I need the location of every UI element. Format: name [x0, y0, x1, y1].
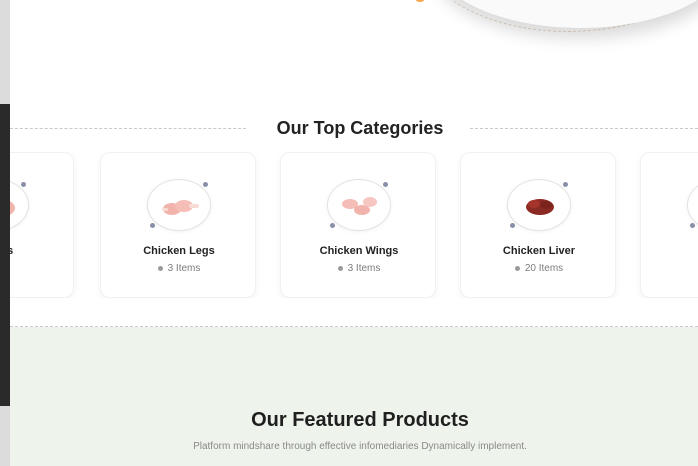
category-count: 3 Items	[101, 263, 257, 274]
top-categories-section: Our Top Categories reasts ms	[10, 104, 698, 328]
category-name: C	[641, 245, 698, 257]
category-card-chicken-breasts[interactable]: reasts ms	[10, 152, 74, 298]
category-card-chicken-liver[interactable]: Chicken Liver 20 Items	[460, 152, 616, 298]
featured-title: Our Featured Products	[251, 409, 469, 431]
category-name: Chicken Liver	[502, 245, 576, 257]
category-count: 3 Items	[281, 263, 437, 274]
section-heading-row: Our Top Categories	[10, 118, 698, 138]
category-name: Chicken Wings	[319, 245, 399, 257]
category-card-partial[interactable]: C	[640, 152, 698, 298]
category-card-chicken-legs[interactable]: Chicken Legs 3 Items	[100, 152, 256, 298]
category-name: reasts	[10, 245, 14, 257]
category-count	[641, 263, 698, 274]
featured-products-section: Our Featured Products Platform mindshare…	[10, 327, 698, 466]
hero-orange-accent	[414, 0, 426, 2]
left-edge-light-top	[0, 0, 10, 104]
category-count: 20 Items	[461, 263, 617, 274]
chicken-wings-image	[327, 179, 391, 231]
chicken-legs-image	[147, 179, 211, 231]
left-edge-bar	[0, 0, 10, 466]
hero-circle-image	[430, 0, 698, 28]
heading-divider-left	[10, 128, 246, 129]
bullet-icon	[337, 265, 343, 271]
heading-divider-right	[470, 128, 698, 129]
bullet-icon	[157, 265, 163, 271]
category-count: ms	[10, 263, 75, 274]
left-edge-light-bottom	[0, 406, 10, 466]
bullet-icon	[514, 265, 520, 271]
category-card-chicken-wings[interactable]: Chicken Wings 3 Items	[280, 152, 436, 298]
featured-subtitle: Platform mindshare through effective inf…	[193, 441, 527, 452]
category-carousel[interactable]: reasts ms Chicken Legs 3 Items	[10, 152, 698, 298]
chicken-breast-image	[10, 179, 29, 231]
section-title: Our Top Categories	[276, 118, 444, 138]
category-name: Chicken Legs	[143, 245, 215, 257]
chicken-image	[687, 179, 698, 231]
chicken-liver-image	[507, 179, 571, 231]
